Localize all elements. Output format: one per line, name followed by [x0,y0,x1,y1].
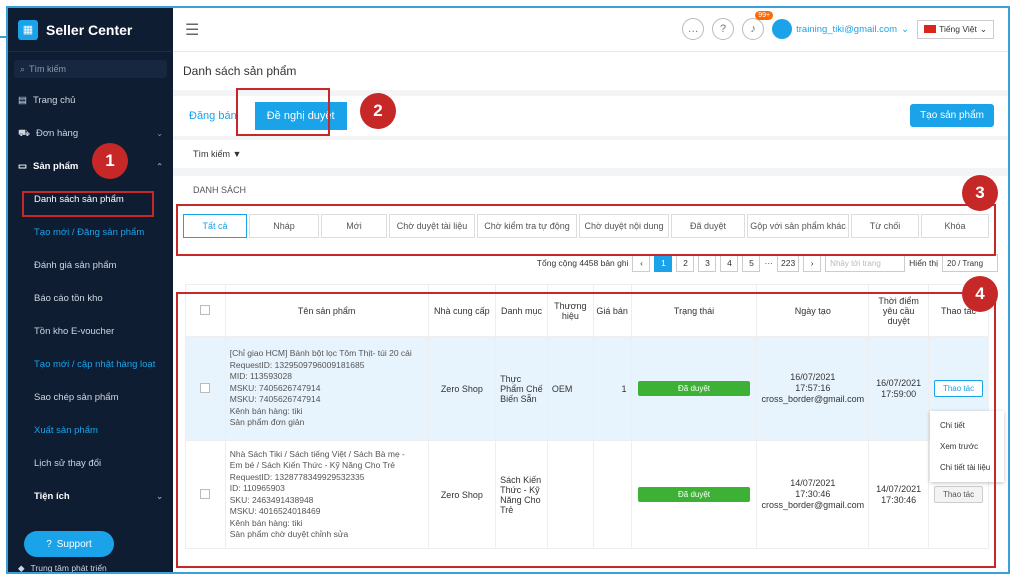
sidebar-sub-label: Báo cáo tồn kho [34,293,103,304]
page-4[interactable]: 4 [720,254,739,272]
filter-toggle[interactable]: Tìm kiếm ▼ [173,140,1008,168]
annotation-badge-4: 4 [962,276,998,312]
avatar [772,19,793,39]
jump-page-input[interactable]: Nhảy tới trang [825,254,906,272]
page-1[interactable]: 1 [654,254,673,272]
notification-badge: 99+ [755,11,774,20]
show-label: Hiển thị [909,258,938,268]
user-menu[interactable]: training_tiki@gmail.com ⌄ [772,19,909,39]
sidebar-sub-label: Tồn kho E-voucher [34,326,115,337]
brand: ▦ Seller Center [8,8,173,52]
chevron-down-icon: ⌄ [901,23,910,35]
pagination: Tổng cộng 4458 bản ghi ‹ 1 2 3 4 5 ··· 2… [537,254,998,272]
seller-center-logo-icon: ▦ [18,19,38,40]
sidebar-sub-export[interactable]: Xuất sản phẩm [8,414,173,447]
sidebar-item-home[interactable]: ▤ Trang chủ [8,84,173,117]
sidebar-sub-copy[interactable]: Sao chép sản phẩm [8,381,173,414]
sidebar-item-label: Trung tâm phát triển [30,563,107,573]
sidebar-item-label: Đơn hàng [35,128,79,139]
sidebar-search[interactable]: ⌕ Tìm kiếm [14,60,167,78]
page-title: Danh sách sản phẩm [173,52,1008,90]
bell-icon[interactable]: ♪ 99+ [742,11,774,40]
sidebar-item-label: Trang chủ [32,95,76,106]
page-size-select[interactable]: 20 / Trang [942,254,998,272]
highlight-box-tab [236,88,330,136]
page-2[interactable]: 2 [676,254,695,272]
sidebar-item-orders[interactable]: ⛟ Đơn hàng ⌄ [8,117,173,150]
sidebar-sub-create-product[interactable]: Tạo mới / Đăng sản phẩm [8,216,173,249]
chevron-down-icon: ⌄ [156,492,163,501]
menu-toggle-icon[interactable]: ☰ [185,20,199,40]
vietnam-flag-icon [924,25,937,33]
caret-down-icon: ▼ [232,149,242,159]
sidebar-sub-label: Đánh giá sản phẩm [34,260,117,271]
next-page-icon[interactable]: › [803,254,822,272]
sidebar-item-label: Tiện ích [34,491,70,502]
annotation-badge-1: 1 [92,143,128,179]
sidebar-sub-label: Xuất sản phẩm [34,425,98,436]
question-icon: ? [46,538,52,550]
language-label: Tiếng Việt [939,24,977,34]
rocket-icon: ◆ [18,562,25,573]
topbar-actions: … ? ♪ 99+ training_tiki@gmail.com ⌄ Tiếng … [682,11,994,40]
cart-icon: ⛟ [18,127,30,139]
sidebar-search-placeholder: Tìm kiếm [29,64,67,74]
highlight-box-filter-tabs [176,204,996,256]
search-icon: ⌕ [20,63,26,74]
page-5[interactable]: 5 [742,254,761,272]
sidebar-sub-bulk-update[interactable]: Tạo mới / cập nhật hàng loạt [8,348,173,381]
sidebar-item-products[interactable]: ▭ Sản phẩm ⌃ [8,150,173,183]
sidebar-sub-label: Sao chép sản phẩm [34,392,119,403]
sidebar-item-dev-center[interactable]: ◆ Trung tâm phát triển [8,560,107,573]
sidebar-item-utilities[interactable]: Tiện ích ⌄ [8,480,173,513]
page-last[interactable]: 223 [776,254,800,272]
chevron-up-icon: ⌃ [156,162,163,171]
help-icon[interactable]: ? [712,18,735,40]
sidebar-sub-label: Lịch sử thay đổi [34,458,102,469]
chevron-down-icon: ⌄ [979,23,987,34]
box-icon: ▭ [18,161,27,172]
user-email: training_tiki@gmail.com [796,23,898,35]
sidebar: ▦ Seller Center ⌕ Tìm kiếm ▤ Trang chủ ⛟ Đ… [8,8,173,572]
prev-page-icon[interactable]: ‹ [632,254,651,272]
sidebar-sub-label: Tạo mới / cập nhật hàng loạt [34,359,156,370]
sidebar-sub-history[interactable]: Lịch sử thay đổi [8,447,173,480]
create-product-button[interactable]: Tạo sản phẩm [910,104,994,127]
highlight-box-sidebar [22,191,154,217]
sidebar-sub-reviews[interactable]: Đánh giá sản phẩm [8,249,173,282]
sidebar-sub-evoucher[interactable]: Tồn kho E-voucher [8,315,173,348]
total-records: Tổng cộng 4458 bản ghi [536,258,629,268]
sidebar-item-label: Sản phẩm [32,161,79,172]
app-title: Seller Center [46,21,133,38]
language-select[interactable]: Tiếng Việt ⌄ [917,19,994,39]
page-3[interactable]: 3 [698,254,717,272]
sidebar-sub-inventory-report[interactable]: Báo cáo tồn kho [8,282,173,315]
chat-icon[interactable]: … [682,18,705,40]
sidebar-sub-label: Tạo mới / Đăng sản phẩm [34,227,145,238]
tab-on-sale[interactable]: Đăng bán [183,104,243,128]
list-heading: DANH SÁCH [173,176,1008,204]
chart-icon: ▤ [18,95,27,106]
annotation-badge-2: 2 [360,93,396,129]
support-button[interactable]: ? Support [24,531,114,557]
highlight-box-table [176,292,996,568]
filter-label: Tìm kiếm [193,149,230,159]
support-label: Support [56,538,92,550]
topbar: ☰ … ? ♪ 99+ training_tiki@gmail.com ⌄ Tiến… [173,8,1008,52]
chevron-down-icon: ⌄ [156,129,163,138]
page-ellipsis[interactable]: ··· [764,258,773,268]
annotation-badge-3: 3 [962,175,998,211]
